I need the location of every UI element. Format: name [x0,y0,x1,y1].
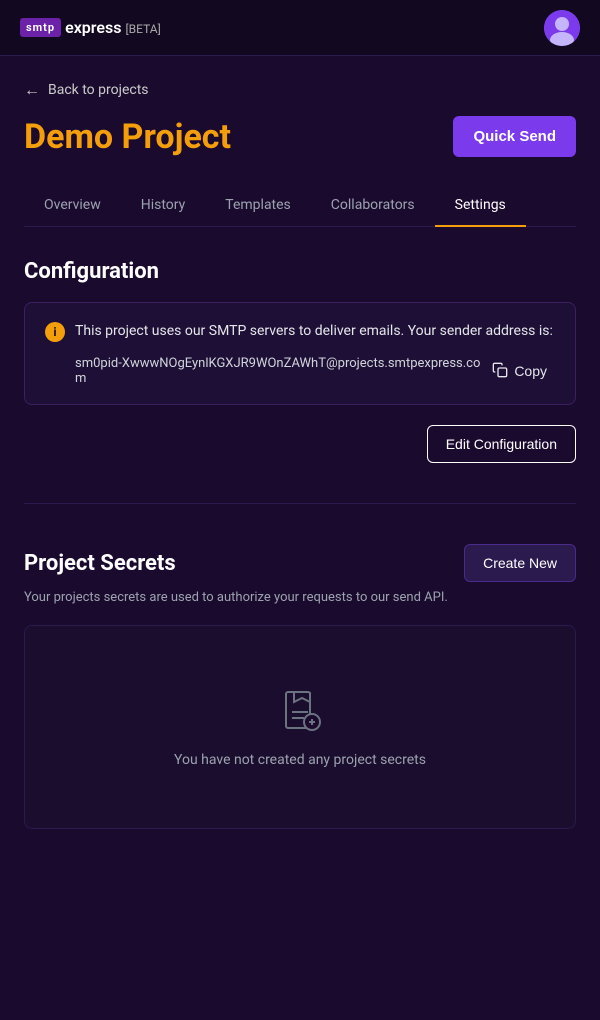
edit-configuration-button[interactable]: Edit Configuration [427,425,576,463]
tab-settings[interactable]: Settings [435,185,526,227]
tabs-nav: Overview History Templates Collaborators… [24,185,576,227]
configuration-info-box: i This project uses our SMTP servers to … [24,302,576,405]
secrets-header: Project Secrets Create New [24,544,576,582]
tab-templates[interactable]: Templates [205,185,311,227]
info-box-header: i This project uses our SMTP servers to … [45,321,555,342]
email-row: sm0pid-XwwwNOgEynlKGXJR9WOnZAWhT@project… [45,356,555,386]
section-divider [24,503,576,504]
empty-secrets-icon [276,686,324,738]
tab-overview[interactable]: Overview [24,185,121,227]
back-arrow-icon: ← [24,80,40,100]
secrets-title: Project Secrets [24,551,176,576]
sender-email: sm0pid-XwwwNOgEynlKGXJR9WOnZAWhT@project… [75,356,484,386]
empty-secrets-area: You have not created any project secrets [24,625,576,829]
info-message: This project uses our SMTP servers to de… [75,321,553,342]
project-title-row: Demo Project Quick Send [24,116,576,157]
quick-send-button[interactable]: Quick Send [453,116,576,157]
smtp-logo: smtp [20,18,61,37]
info-icon: i [45,322,65,342]
logo-area: smtp express[BETA] [20,18,161,37]
copy-icon [492,362,508,381]
top-navigation: smtp express[BETA] [0,0,600,56]
main-content: ← Back to projects Demo Project Quick Se… [0,80,600,829]
tab-collaborators[interactable]: Collaborators [311,185,435,227]
back-to-projects-link[interactable]: ← Back to projects [24,80,576,100]
express-logo: express[BETA] [65,18,161,37]
back-label: Back to projects [48,82,149,98]
secrets-description: Your projects secrets are used to author… [24,590,576,605]
tab-history[interactable]: History [121,185,206,227]
copy-email-button[interactable]: Copy [484,358,555,385]
configuration-title: Configuration [24,259,576,284]
avatar[interactable] [544,10,580,46]
copy-label: Copy [514,363,547,379]
project-title: Demo Project [24,117,231,157]
empty-secrets-text: You have not created any project secrets [174,752,426,768]
create-new-secret-button[interactable]: Create New [464,544,576,582]
